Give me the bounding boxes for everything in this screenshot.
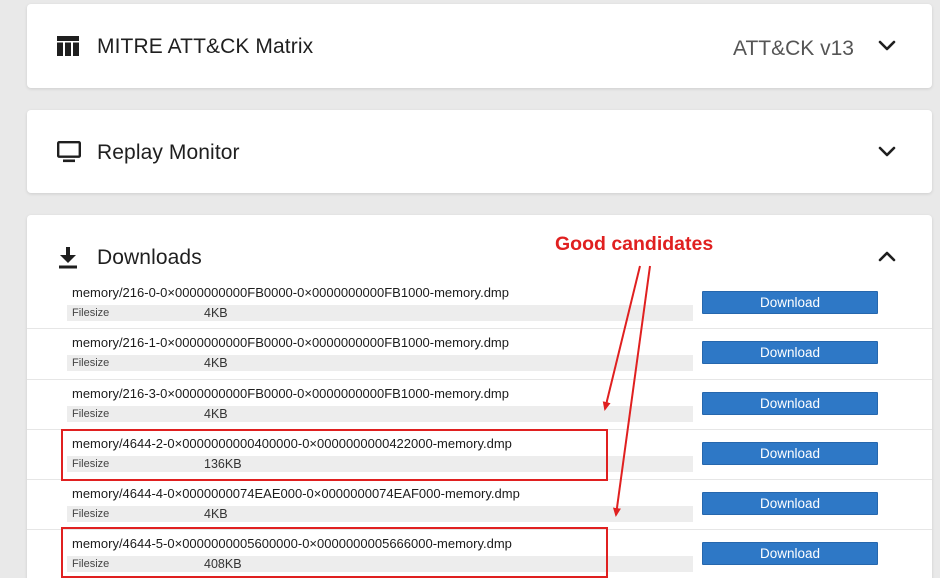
annotation-arrow (612, 265, 651, 517)
annotation-arrow (602, 265, 641, 411)
annotation-arrows (602, 265, 651, 517)
